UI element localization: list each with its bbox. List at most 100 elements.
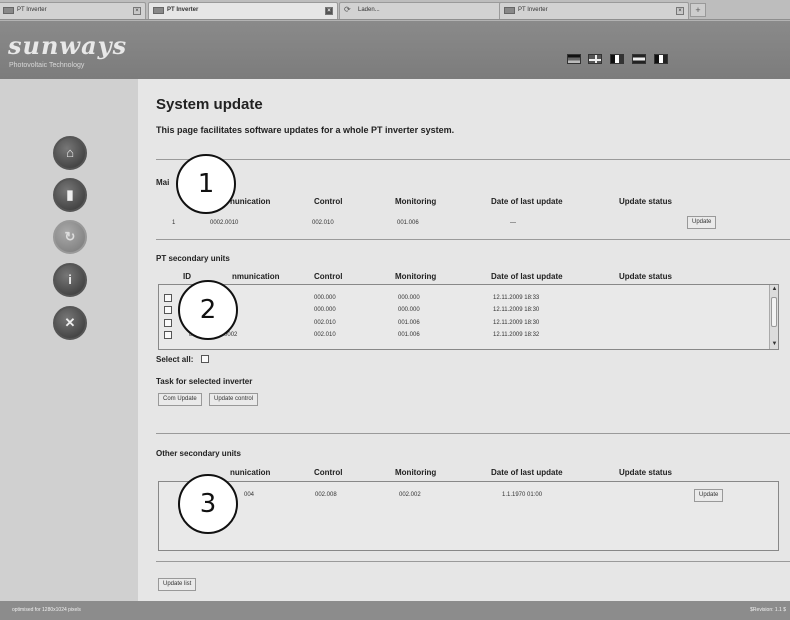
- column-header-control: Control: [314, 197, 343, 206]
- column-header-monitoring: Monitoring: [395, 197, 437, 206]
- browser-tab-4[interactable]: PT Inverter ×: [499, 2, 689, 19]
- secondary-unit-control: 000.000: [314, 295, 336, 301]
- secondary-unit-control: 002.010: [314, 320, 336, 326]
- other-unit-control: 002.008: [315, 492, 337, 498]
- column-header-control: Control: [314, 468, 343, 477]
- secondary-unit-control: 000.000: [314, 307, 336, 313]
- select-all-checkbox[interactable]: [201, 355, 209, 363]
- browser-tab-1[interactable]: PT Inverter ×: [0, 2, 146, 19]
- flag-de-icon[interactable]: [567, 54, 581, 64]
- tools-icon[interactable]: ✕: [53, 306, 87, 340]
- status-left-text: optimised for 1280x1024 pixels: [12, 607, 81, 613]
- secondary-unit-date: 12.11.2009 18:32: [493, 332, 540, 338]
- other-unit-date: 1.1.1970 01:00: [502, 492, 543, 498]
- other-unit-communication: 004: [244, 492, 255, 498]
- column-header-communication: nunication: [230, 197, 271, 206]
- secondary-unit-date: 12.11.2009 18:30: [493, 307, 540, 313]
- divider: [156, 239, 790, 240]
- flag-it-icon[interactable]: [654, 54, 668, 64]
- other-unit-update-button[interactable]: Update: [694, 489, 724, 502]
- column-header-status: Update status: [619, 197, 672, 206]
- new-tab-button[interactable]: +: [690, 3, 706, 17]
- main-unit-heading: Mai: [156, 178, 170, 187]
- column-header-date: Date of last update: [491, 468, 563, 477]
- tab-label: PT Inverter: [17, 7, 47, 13]
- page-subtitle: This page facilitates software updates f…: [156, 125, 455, 135]
- callout-2: 2: [178, 280, 238, 340]
- main-unit-monitoring: 001.006: [397, 220, 419, 226]
- column-header-monitoring: Monitoring: [395, 468, 437, 477]
- row-checkbox[interactable]: [164, 319, 172, 327]
- page-title: System update: [156, 96, 263, 113]
- main-unit-date: —: [510, 220, 516, 226]
- secondary-units-list[interactable]: 000 000.000 000.000 12.11.2009 18:33 000…: [158, 284, 779, 350]
- page-favicon-icon: [3, 7, 14, 14]
- tab-label: Laden...: [358, 7, 380, 13]
- other-unit-monitoring: 002.002: [399, 492, 421, 498]
- status-right-text: $Revision: 1.1 $: [750, 607, 786, 613]
- column-header-control: Control: [314, 272, 343, 281]
- main-unit-control: 002.010: [312, 220, 334, 226]
- column-header-id: ID: [183, 272, 191, 281]
- other-units-heading: Other secondary units: [156, 449, 241, 458]
- callout-3: 3: [178, 474, 238, 534]
- page-favicon-icon: [153, 7, 164, 14]
- tab-close-icon[interactable]: ×: [325, 7, 333, 15]
- list-scrollbar[interactable]: ▲ ▼: [769, 285, 778, 349]
- callout-1: 1: [176, 154, 236, 214]
- update-icon[interactable]: ↻: [53, 220, 87, 254]
- task-heading: Task for selected inverter: [156, 377, 253, 386]
- status-bar: optimised for 1280x1024 pixels $Revision…: [0, 601, 790, 620]
- main-unit-id: 1: [172, 220, 176, 226]
- divider: [156, 159, 790, 160]
- page-favicon-icon: [504, 7, 515, 14]
- tab-label: PT Inverter: [518, 7, 548, 13]
- column-header-communication: nunication: [230, 468, 271, 477]
- main-unit-communication: 0002.0010: [210, 220, 239, 226]
- row-checkbox[interactable]: [164, 331, 172, 339]
- other-units-list[interactable]: 004 002.008 002.002 1.1.1970 01:00 Updat…: [158, 481, 779, 551]
- secondary-unit-control: 002.010: [314, 332, 336, 338]
- column-header-status: Update status: [619, 272, 672, 281]
- row-checkbox[interactable]: [164, 306, 172, 314]
- brand-logo: sunways: [8, 31, 128, 60]
- divider: [156, 433, 790, 434]
- tab-close-icon[interactable]: ×: [676, 7, 684, 15]
- browser-tab-2[interactable]: PT Inverter ×: [148, 2, 338, 19]
- divider: [156, 561, 790, 562]
- column-header-monitoring: Monitoring: [395, 272, 437, 281]
- flag-nl-icon[interactable]: [632, 54, 646, 64]
- row-checkbox[interactable]: [164, 294, 172, 302]
- column-header-date: Date of last update: [491, 272, 563, 281]
- browser-tab-strip: PT Inverter × PT Inverter × ⟳ Laden... ×…: [0, 0, 790, 20]
- scrollbar-thumb[interactable]: [771, 297, 777, 327]
- secondary-units-heading: PT secondary units: [156, 254, 230, 263]
- secondary-unit-monitoring: 001.006: [398, 320, 420, 326]
- info-icon[interactable]: i: [53, 263, 87, 297]
- main-content: System update This page facilitates soft…: [138, 79, 790, 601]
- secondary-unit-date: 12.11.2009 18:30: [493, 320, 540, 326]
- select-all-label: Select all:: [156, 355, 194, 364]
- column-header-status: Update status: [619, 468, 672, 477]
- inverter-icon[interactable]: ▮: [53, 178, 87, 212]
- update-list-button[interactable]: Update list: [158, 578, 197, 591]
- home-icon[interactable]: ⌂: [53, 136, 87, 170]
- scroll-up-icon[interactable]: ▲: [770, 285, 779, 294]
- scroll-down-icon[interactable]: ▼: [770, 340, 779, 349]
- flag-fr-icon[interactable]: [610, 54, 624, 64]
- secondary-unit-monitoring: 000.000: [398, 307, 420, 313]
- column-header-communication: nmunication: [232, 272, 280, 281]
- com-update-button[interactable]: Com Update: [158, 393, 202, 406]
- tab-close-icon[interactable]: ×: [133, 7, 141, 15]
- left-navigation: ⌂ ▮ ↻ i ✕: [0, 79, 138, 601]
- flag-uk-icon[interactable]: [588, 54, 602, 64]
- main-unit-update-button[interactable]: Update: [687, 216, 717, 229]
- brand-tagline: Photovoltaic Technology: [9, 62, 85, 69]
- site-header: sunways Photovoltaic Technology: [0, 21, 790, 79]
- secondary-unit-monitoring: 001.006: [398, 332, 420, 338]
- loading-spinner-icon: ⟳: [344, 5, 351, 14]
- secondary-unit-date: 12.11.2009 18:33: [493, 295, 540, 301]
- update-control-button[interactable]: Update control: [209, 393, 259, 406]
- tab-label: PT Inverter: [167, 7, 199, 13]
- column-header-date: Date of last update: [491, 197, 563, 206]
